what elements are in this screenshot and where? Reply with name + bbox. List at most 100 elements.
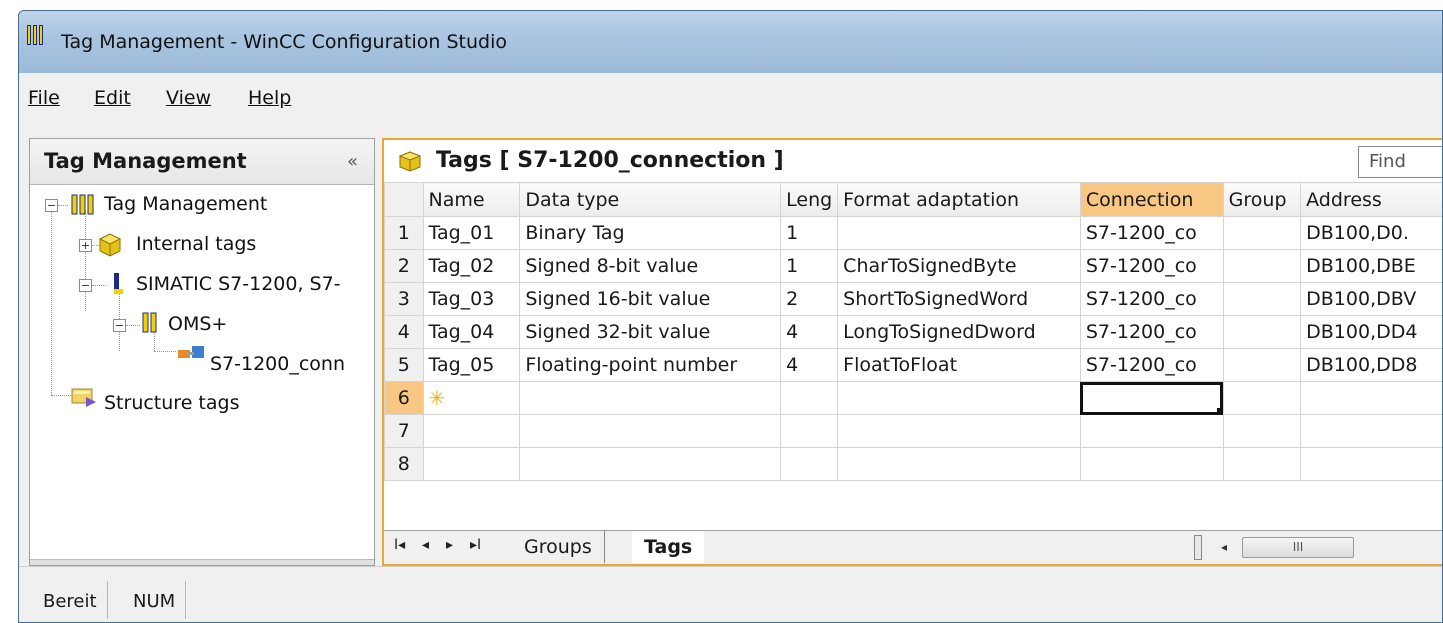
row-number[interactable]: 3 bbox=[384, 282, 424, 316]
cell-data-type[interactable]: Signed 8-bit value bbox=[519, 249, 782, 283]
tab-tags[interactable]: Tags bbox=[632, 531, 705, 563]
column-header-name[interactable]: Name bbox=[422, 182, 521, 217]
menu-edit[interactable]: Edit bbox=[94, 87, 131, 109]
previous-sheet-icon[interactable]: ◂ bbox=[422, 537, 429, 553]
cell-address[interactable]: DB100,D0. bbox=[1300, 216, 1442, 250]
collapse-panel-icon[interactable]: « bbox=[347, 151, 358, 172]
tree-item-internal-tags[interactable]: Internal tags bbox=[136, 233, 256, 255]
row-number-header[interactable] bbox=[384, 182, 424, 217]
collapse-node-icon[interactable]: − bbox=[79, 279, 92, 292]
cell-name[interactable]: Tag_01 bbox=[422, 216, 521, 250]
expand-node-icon[interactable]: + bbox=[79, 239, 92, 252]
cell-name[interactable]: ✳ bbox=[422, 381, 521, 415]
cell-address[interactable]: DB100,DD4 bbox=[1300, 315, 1442, 349]
cell-name[interactable]: Tag_05 bbox=[422, 348, 521, 382]
row-number[interactable]: 7 bbox=[384, 414, 424, 448]
cell-group[interactable] bbox=[1222, 381, 1302, 415]
first-sheet-icon[interactable]: I◂ bbox=[394, 537, 405, 553]
cell-group[interactable] bbox=[1222, 348, 1302, 382]
cell-address[interactable]: DB100,DBV bbox=[1300, 282, 1442, 316]
tree-item-s7-1200-connection[interactable]: S7-1200_conn bbox=[210, 353, 345, 375]
cell-length[interactable] bbox=[780, 414, 839, 448]
row-number[interactable]: 2 bbox=[384, 249, 424, 283]
cell-format[interactable]: LongToSignedDword bbox=[837, 315, 1081, 349]
cell-connection[interactable]: S7-1200_co bbox=[1079, 282, 1224, 316]
collapse-node-icon[interactable]: − bbox=[45, 199, 58, 212]
cell-data-type[interactable]: Binary Tag bbox=[519, 216, 782, 250]
table-row-new[interactable]: 6 ✳ bbox=[384, 381, 1442, 415]
menu-file[interactable]: File bbox=[28, 87, 60, 109]
cell-group[interactable] bbox=[1222, 249, 1302, 283]
cell-length[interactable]: 1 bbox=[780, 249, 839, 283]
column-header-length[interactable]: Leng bbox=[780, 182, 839, 217]
horizontal-scrollbar[interactable]: ◂ III bbox=[1194, 535, 1442, 560]
table-row[interactable]: 8 bbox=[384, 447, 1442, 481]
table-row[interactable]: 5 Tag_05 Floating-point number 4 FloatTo… bbox=[384, 348, 1442, 382]
cell-length[interactable]: 4 bbox=[780, 315, 839, 349]
cell-group[interactable] bbox=[1222, 216, 1302, 250]
cell-connection[interactable]: S7-1200_co bbox=[1079, 315, 1224, 349]
row-number[interactable]: 5 bbox=[384, 348, 424, 382]
scroll-left-icon[interactable]: ◂ bbox=[1212, 537, 1236, 558]
last-sheet-icon[interactable]: ▸I bbox=[470, 537, 481, 553]
cell-address[interactable] bbox=[1300, 414, 1442, 448]
cell-length[interactable] bbox=[780, 447, 839, 481]
cell-name[interactable]: Tag_02 bbox=[422, 249, 521, 283]
cell-length[interactable]: 1 bbox=[780, 216, 839, 250]
cell-data-type[interactable] bbox=[519, 414, 782, 448]
row-number[interactable]: 1 bbox=[384, 216, 424, 250]
cell-length[interactable]: 4 bbox=[780, 348, 839, 382]
cell-connection[interactable]: S7-1200_co bbox=[1079, 249, 1224, 283]
tree-item-simatic-driver[interactable]: SIMATIC S7-1200, S7- bbox=[136, 273, 341, 295]
collapse-node-icon[interactable]: − bbox=[113, 319, 126, 332]
cell-data-type[interactable] bbox=[519, 381, 782, 415]
scroll-splitter[interactable] bbox=[1194, 535, 1202, 560]
tree-item-structure-tags[interactable]: Structure tags bbox=[104, 392, 239, 414]
title-bar[interactable]: Tag Management - WinCC Configuration Stu… bbox=[19, 11, 1442, 73]
find-input[interactable]: Find bbox=[1358, 146, 1442, 178]
cell-name[interactable] bbox=[422, 447, 521, 481]
cell-format[interactable]: FloatToFloat bbox=[837, 348, 1081, 382]
cell-length[interactable]: 2 bbox=[780, 282, 839, 316]
row-number[interactable]: 6 bbox=[384, 381, 424, 415]
column-header-data-type[interactable]: Data type bbox=[519, 182, 782, 217]
row-number[interactable]: 8 bbox=[384, 447, 424, 481]
cell-format[interactable] bbox=[837, 216, 1081, 250]
cell-name[interactable]: Tag_04 bbox=[422, 315, 521, 349]
tab-groups[interactable]: Groups bbox=[512, 531, 605, 563]
cell-address[interactable] bbox=[1300, 447, 1442, 481]
cell-name[interactable] bbox=[422, 414, 521, 448]
column-header-connection[interactable]: Connection bbox=[1079, 182, 1224, 217]
table-row[interactable]: 1 Tag_01 Binary Tag 1 S7-1200_co DB100,D… bbox=[384, 216, 1442, 250]
cell-group[interactable] bbox=[1222, 282, 1302, 316]
cell-connection[interactable]: S7-1200_co bbox=[1079, 348, 1224, 382]
cell-format[interactable]: CharToSignedByte bbox=[837, 249, 1081, 283]
table-row[interactable]: 2 Tag_02 Signed 8-bit value 1 CharToSign… bbox=[384, 249, 1442, 283]
cell-name[interactable]: Tag_03 bbox=[422, 282, 521, 316]
cell-length[interactable] bbox=[780, 381, 839, 415]
cell-connection[interactable]: S7-1200_co bbox=[1079, 216, 1224, 250]
navigation-scrollbar[interactable] bbox=[30, 559, 374, 565]
table-row[interactable]: 4 Tag_04 Signed 32-bit value 4 LongToSig… bbox=[384, 315, 1442, 349]
cell-data-type[interactable] bbox=[519, 447, 782, 481]
row-number[interactable]: 4 bbox=[384, 315, 424, 349]
cell-format[interactable]: ShortToSignedWord bbox=[837, 282, 1081, 316]
next-sheet-icon[interactable]: ▸ bbox=[446, 537, 453, 553]
scroll-thumb[interactable]: III bbox=[1242, 537, 1354, 558]
column-header-format-adaptation[interactable]: Format adaptation bbox=[837, 182, 1081, 217]
cell-group[interactable] bbox=[1222, 315, 1302, 349]
cell-data-type[interactable]: Signed 32-bit value bbox=[519, 315, 782, 349]
cell-group[interactable] bbox=[1222, 447, 1302, 481]
cell-data-type[interactable]: Floating-point number bbox=[519, 348, 782, 382]
table-row[interactable]: 3 Tag_03 Signed 16-bit value 2 ShortToSi… bbox=[384, 282, 1442, 316]
cell-format[interactable] bbox=[837, 381, 1081, 415]
cell-format[interactable] bbox=[837, 414, 1081, 448]
cell-data-type[interactable]: Signed 16-bit value bbox=[519, 282, 782, 316]
cell-format[interactable] bbox=[837, 447, 1081, 481]
menu-view[interactable]: View bbox=[166, 87, 211, 109]
cell-address[interactable]: DB100,DBE bbox=[1300, 249, 1442, 283]
column-header-group[interactable]: Group bbox=[1222, 182, 1302, 217]
cell-group[interactable] bbox=[1222, 414, 1302, 448]
cell-connection-active[interactable] bbox=[1079, 381, 1224, 415]
column-header-address[interactable]: Address bbox=[1300, 182, 1442, 217]
